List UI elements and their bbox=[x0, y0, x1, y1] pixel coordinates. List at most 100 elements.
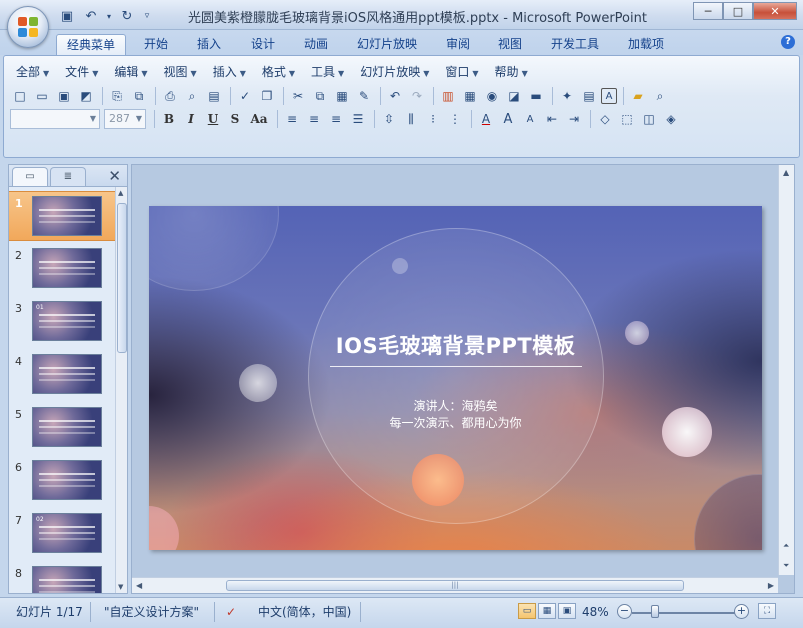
change-case-button[interactable]: Aa bbox=[247, 109, 271, 129]
slide-canvas[interactable]: IOS毛玻璃背景PPT模板 演讲人：海鸦矣 每一次演示、都用心为你 bbox=[149, 206, 762, 550]
scrollbar-thumb[interactable] bbox=[117, 203, 127, 353]
picture-icon[interactable]: ◪ bbox=[504, 86, 524, 106]
slide-thumbnail-6[interactable]: 6 bbox=[9, 456, 115, 506]
menu-insert[interactable]: 插入 ▼ bbox=[207, 63, 256, 79]
align-left-icon[interactable]: ≡ bbox=[282, 109, 302, 129]
tab-insert[interactable]: 插入 bbox=[187, 34, 231, 55]
help-icon[interactable]: ? bbox=[781, 35, 795, 49]
undo-icon[interactable]: ↶ bbox=[80, 7, 102, 25]
open-icon[interactable]: ▭ bbox=[32, 86, 52, 106]
table-icon[interactable]: ▦ bbox=[460, 86, 480, 106]
save-icon[interactable]: ▣ bbox=[54, 86, 74, 106]
zoom-in-button[interactable]: + bbox=[734, 604, 749, 619]
spelling-icon[interactable]: ✓ bbox=[235, 86, 255, 106]
menu-view[interactable]: 视图 ▼ bbox=[158, 63, 207, 79]
paste-icon[interactable]: ▦ bbox=[332, 86, 352, 106]
cut-icon[interactable]: ✂ bbox=[288, 86, 308, 106]
print-icon[interactable]: ⎙ bbox=[160, 86, 180, 106]
new-icon[interactable]: □ bbox=[10, 86, 30, 106]
minimize-button[interactable]: ─ bbox=[693, 2, 723, 20]
menu-window[interactable]: 窗口 ▼ bbox=[439, 63, 488, 79]
horizontal-scrollbar[interactable]: ◀ ||| ▶ bbox=[132, 577, 778, 593]
bullets-icon[interactable]: ⋮ bbox=[445, 109, 465, 129]
attach-icon[interactable]: ⧉ bbox=[129, 86, 149, 106]
chart-icon[interactable]: ▥ bbox=[438, 86, 458, 106]
next-slide-icon[interactable]: ⏷ bbox=[783, 561, 789, 571]
scroll-up-icon[interactable]: ▲ bbox=[783, 168, 789, 177]
zoom-slider-thumb[interactable] bbox=[651, 605, 659, 618]
customize-qat-icon[interactable]: ▿ bbox=[140, 7, 154, 25]
menu-format[interactable]: 格式 ▼ bbox=[256, 63, 305, 79]
tab-animations[interactable]: 动画 bbox=[294, 34, 338, 55]
save-icon[interactable]: ▣ bbox=[56, 7, 78, 25]
font-size-combo[interactable]: 287 ▼ bbox=[104, 109, 146, 129]
print-preview-icon[interactable]: ⌕ bbox=[182, 86, 202, 106]
tagline-text[interactable]: 每一次演示、都用心为你 bbox=[149, 414, 762, 431]
slide-thumbnail-1[interactable]: 1 bbox=[9, 191, 115, 241]
panel-scrollbar[interactable]: ▲ ▼ bbox=[115, 187, 127, 593]
export-pdf-icon[interactable]: ⎘ bbox=[107, 86, 127, 106]
slide-thumbnail-8[interactable]: 8 bbox=[9, 562, 115, 593]
justify-icon[interactable]: ☰ bbox=[348, 109, 368, 129]
numbering-icon[interactable]: ⁝ bbox=[423, 109, 443, 129]
slideshow-button[interactable]: ▣ bbox=[558, 603, 576, 619]
menu-slideshow[interactable]: 幻灯片放映 ▼ bbox=[354, 63, 439, 79]
scroll-down-icon[interactable]: ▼ bbox=[118, 583, 123, 591]
tab-home[interactable]: 开始 bbox=[134, 34, 178, 55]
quick-styles-icon[interactable]: ◫ bbox=[639, 109, 659, 129]
search-icon[interactable]: ⌕ bbox=[650, 86, 670, 106]
vertical-scrollbar[interactable]: ▲ ⏶ ⏷ bbox=[778, 165, 794, 575]
text-direction-icon[interactable]: ⇳ bbox=[379, 109, 399, 129]
layout-icon[interactable]: ▤ bbox=[204, 86, 224, 106]
textbox-icon[interactable]: A bbox=[601, 88, 617, 104]
grow-font-icon[interactable]: A bbox=[498, 109, 518, 129]
shadow-button[interactable]: S bbox=[225, 109, 245, 129]
slide-thumbnail-5[interactable]: 5 bbox=[9, 403, 115, 453]
format-painter-icon[interactable]: ✎ bbox=[354, 86, 374, 106]
arrange-icon[interactable]: ⬚ bbox=[617, 109, 637, 129]
tab-design[interactable]: 设计 bbox=[241, 34, 285, 55]
slide-layout-icon[interactable]: ▤ bbox=[579, 86, 599, 106]
slide-thumbnail-4[interactable]: 4 bbox=[9, 350, 115, 400]
shrink-font-icon[interactable]: A bbox=[520, 109, 540, 129]
new-slide-icon[interactable]: ✦ bbox=[557, 86, 577, 106]
research-icon[interactable]: ❐ bbox=[257, 86, 277, 106]
tab-review[interactable]: 审阅 bbox=[436, 34, 480, 55]
menu-edit[interactable]: 编辑 ▼ bbox=[108, 63, 157, 79]
normal-view-button[interactable]: ▭ bbox=[518, 603, 536, 619]
zoom-level[interactable]: 48% bbox=[582, 602, 609, 622]
columns-icon[interactable]: ⫼ bbox=[401, 109, 421, 129]
shapes-icon[interactable]: ◇ bbox=[595, 109, 615, 129]
menu-help[interactable]: 帮助 ▼ bbox=[489, 63, 538, 79]
redo-icon[interactable]: ↻ bbox=[116, 7, 138, 25]
fit-to-window-button[interactable]: ⛶ bbox=[758, 603, 776, 619]
outline-tab[interactable]: ≣ bbox=[50, 167, 86, 186]
tab-developer[interactable]: 开发工具 bbox=[541, 34, 609, 55]
increase-indent-icon[interactable]: ⇥ bbox=[564, 109, 584, 129]
folder-icon[interactable]: ▰ bbox=[628, 86, 648, 106]
scroll-right-icon[interactable]: ▶ bbox=[768, 581, 774, 590]
slide-thumbnail-3[interactable]: 3 01 bbox=[9, 297, 115, 347]
slide-thumbnail-7[interactable]: 7 02 bbox=[9, 509, 115, 559]
close-button[interactable]: ✕ bbox=[753, 2, 797, 20]
undo-dropdown-icon[interactable]: ▾ bbox=[104, 7, 114, 25]
slide-title[interactable]: IOS毛玻璃背景PPT模板 bbox=[149, 330, 762, 360]
fill-icon[interactable]: ◈ bbox=[661, 109, 681, 129]
tab-view[interactable]: 视图 bbox=[488, 34, 532, 55]
redo-icon[interactable]: ↷ bbox=[407, 86, 427, 106]
tab-classic-menu[interactable]: 经典菜单 bbox=[56, 34, 127, 55]
undo-icon[interactable]: ↶ bbox=[385, 86, 405, 106]
slides-tab[interactable]: ▭ bbox=[12, 167, 48, 186]
bold-button[interactable]: B bbox=[159, 109, 179, 129]
align-center-icon[interactable]: ≡ bbox=[304, 109, 324, 129]
clipart-icon[interactable]: ◉ bbox=[482, 86, 502, 106]
font-name-combo[interactable]: ▼ bbox=[10, 109, 100, 129]
close-icon[interactable]: ✕ bbox=[108, 167, 121, 185]
copy-icon[interactable]: ⧉ bbox=[310, 86, 330, 106]
tab-addins[interactable]: 加载项 bbox=[618, 34, 674, 55]
menu-all[interactable]: 全部 ▼ bbox=[10, 63, 59, 79]
office-button[interactable] bbox=[7, 6, 49, 48]
slide-sorter-button[interactable]: ▦ bbox=[538, 603, 556, 619]
tab-slideshow[interactable]: 幻灯片放映 bbox=[347, 34, 427, 55]
slide-thumbnail-2[interactable]: 2 bbox=[9, 244, 115, 294]
